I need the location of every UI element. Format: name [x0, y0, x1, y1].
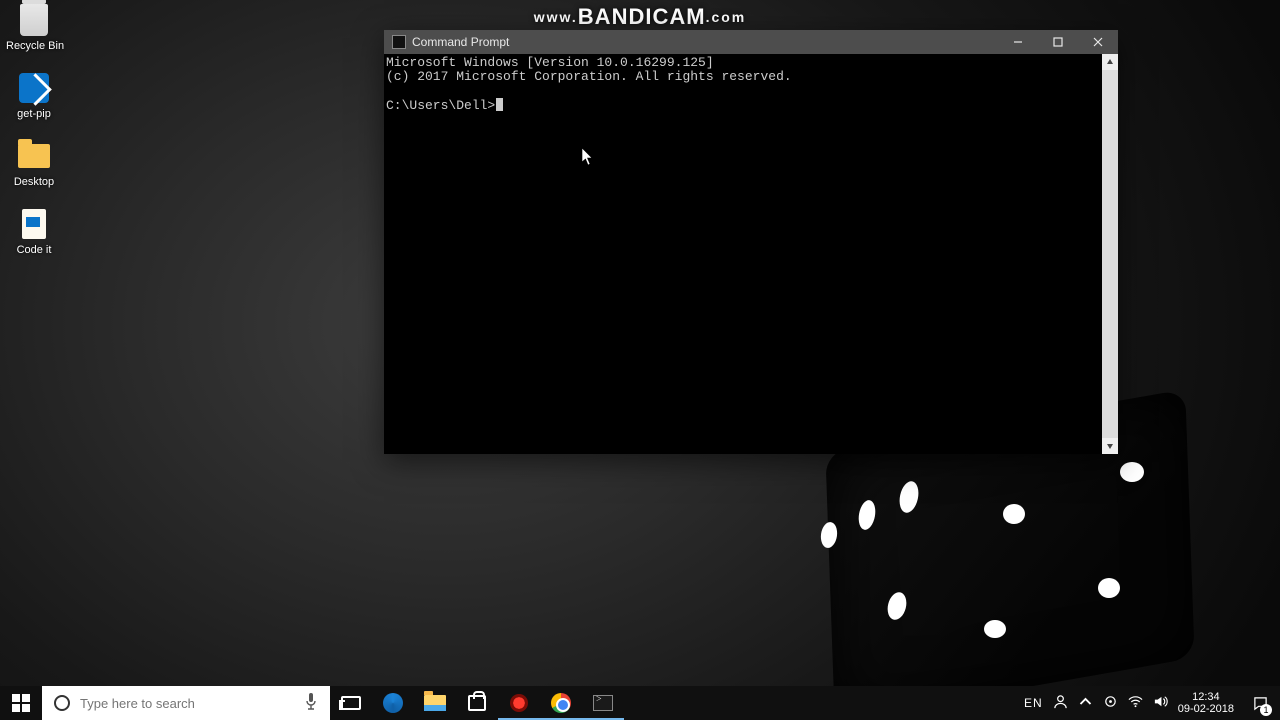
- titlebar[interactable]: Command Prompt: [384, 30, 1118, 54]
- desktop-icon-get-pip[interactable]: get-pip: [6, 70, 62, 120]
- wallpaper-die-pip: [1003, 504, 1025, 524]
- task-view-icon: [341, 696, 361, 710]
- terminal-output[interactable]: Microsoft Windows [Version 10.0.16299.12…: [384, 54, 1102, 454]
- google-chrome-icon: [551, 693, 571, 713]
- taskbar-app-google-chrome[interactable]: [540, 686, 582, 720]
- taskbar: EN 12:34 09-02-2018 1: [0, 686, 1280, 720]
- minimize-button[interactable]: [998, 30, 1038, 54]
- desktop-icon-label: Recycle Bin: [6, 40, 62, 52]
- bandicam-watermark: www.BANDICAM.com: [0, 4, 1280, 30]
- taskbar-app-task-view[interactable]: [330, 686, 372, 720]
- desktop-icon-recycle-bin[interactable]: Recycle Bin: [6, 2, 62, 52]
- bandicam-icon: [510, 694, 528, 712]
- recycle-bin-icon: [16, 2, 52, 38]
- command-prompt-window[interactable]: Command Prompt Microsoft Windows [Versio…: [384, 30, 1118, 454]
- desktop-icon-code-it[interactable]: Code it: [6, 206, 62, 256]
- clock-date: 09-02-2018: [1178, 703, 1234, 715]
- command-prompt-icon: [593, 695, 613, 711]
- desktop-icon-desktop[interactable]: Desktop: [6, 138, 62, 188]
- volume-icon[interactable]: [1153, 694, 1168, 712]
- desktop-icon-label: Desktop: [6, 176, 62, 188]
- desktop-icon: [16, 138, 52, 174]
- maximize-button[interactable]: [1038, 30, 1078, 54]
- clock-time: 12:34: [1178, 691, 1234, 703]
- tray-chevron-up-icon[interactable]: [1078, 694, 1093, 712]
- close-button[interactable]: [1078, 30, 1118, 54]
- get-pip-icon: [16, 70, 52, 106]
- search-box[interactable]: [42, 686, 330, 720]
- microsoft-store-icon: [468, 695, 486, 711]
- action-center-button[interactable]: 1: [1244, 686, 1276, 720]
- microsoft-edge-icon: [383, 693, 403, 713]
- input-language[interactable]: EN: [1024, 696, 1043, 710]
- wallpaper-die-pip: [1120, 462, 1144, 482]
- people-icon[interactable]: [1053, 694, 1068, 712]
- command-prompt-icon: [392, 35, 406, 49]
- clock[interactable]: 12:34 09-02-2018: [1178, 691, 1234, 715]
- microphone-icon[interactable]: [304, 692, 318, 715]
- taskbar-app-microsoft-store[interactable]: [456, 686, 498, 720]
- location-icon[interactable]: [1103, 694, 1118, 712]
- scroll-up-button[interactable]: [1102, 54, 1118, 70]
- search-input[interactable]: [80, 686, 292, 720]
- file-explorer-icon: [424, 695, 446, 711]
- wifi-icon[interactable]: [1128, 694, 1143, 712]
- desktop-icon-label: get-pip: [6, 108, 62, 120]
- window-title: Command Prompt: [412, 35, 509, 49]
- start-button[interactable]: [0, 686, 42, 720]
- scroll-down-button[interactable]: [1102, 438, 1118, 454]
- wallpaper-die-pip: [1098, 578, 1120, 598]
- code-it-icon: [16, 206, 52, 242]
- taskbar-app-microsoft-edge[interactable]: [372, 686, 414, 720]
- scrollbar[interactable]: [1102, 54, 1118, 454]
- cortana-circle-icon: [54, 695, 70, 711]
- system-tray: EN 12:34 09-02-2018 1: [1014, 686, 1280, 720]
- taskbar-app-bandicam[interactable]: [498, 686, 540, 720]
- notification-badge: 1: [1260, 704, 1272, 716]
- wallpaper-die-pip: [984, 620, 1006, 638]
- terminal-caret: [496, 98, 503, 111]
- taskbar-app-command-prompt[interactable]: [582, 686, 624, 720]
- desktop-icon-label: Code it: [6, 244, 62, 256]
- taskbar-app-file-explorer[interactable]: [414, 686, 456, 720]
